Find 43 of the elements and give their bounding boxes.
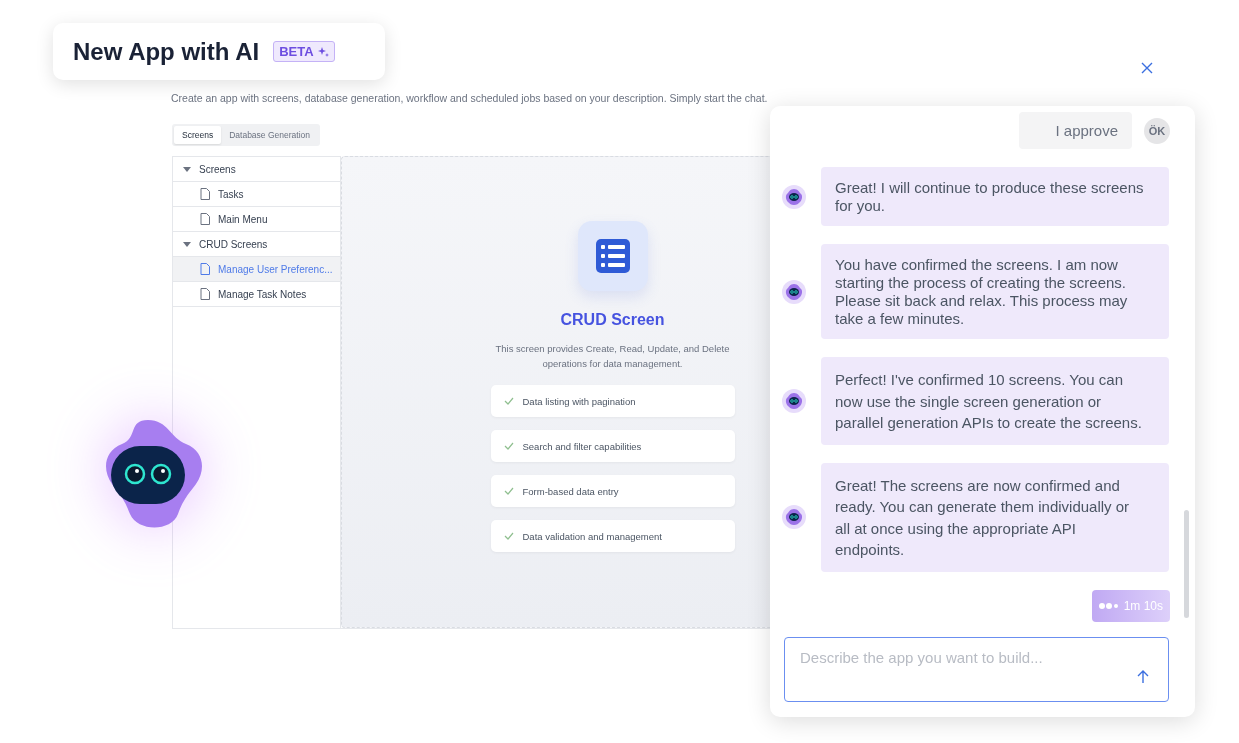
check-icon: [503, 442, 514, 450]
typing-dots-icon: [1098, 602, 1119, 609]
feature-card: Form-based data entry: [490, 475, 735, 507]
chat-input-field[interactable]: Describe the app you want to build...: [784, 637, 1169, 702]
preview-description: This screen provides Create, Read, Update, and Delete operations for data management.: [494, 342, 731, 371]
tree-item[interactable]: Manage Task Notes: [173, 282, 340, 307]
bot-message: Great! The screens are now confirmed and ready. You can generate them individually or all at once using the appropriate API endpoints.: [821, 462, 1169, 572]
tab[interactable]: Screens: [174, 126, 222, 144]
tree-item[interactable]: Main Menu: [173, 207, 340, 232]
user-message: I approve: [1019, 112, 1132, 149]
file-icon: [200, 288, 210, 300]
feature-card: Data listing with pagination: [490, 385, 735, 417]
tree-item[interactable]: Tasks: [173, 182, 340, 207]
beta-badge: BETA: [273, 41, 335, 62]
bot-avatar-icon: [782, 184, 806, 209]
feature-card: Data validation and management: [490, 520, 735, 552]
bot-avatar-icon: [782, 279, 806, 304]
bot-message: Perfect! I've confirmed 10 screens. You can now use the single screen generation or parallel generation APIs to create the screens.: [821, 357, 1169, 445]
tree-group-item[interactable]: Screens: [173, 157, 340, 182]
caret-icon: [183, 241, 191, 247]
page-title: New App with AI: [73, 37, 260, 66]
file-icon: [200, 263, 210, 275]
tree-item[interactable]: Manage User Preferenc...: [173, 257, 340, 282]
check-icon: [503, 487, 514, 495]
list-icon: [595, 239, 630, 273]
bot-avatar-icon: [782, 388, 806, 413]
bot-avatar-icon: [782, 505, 806, 529]
close-icon[interactable]: [1139, 60, 1155, 76]
user-avatar: ÖK: [1144, 117, 1170, 144]
caret-icon: [183, 166, 191, 172]
scrollbar[interactable]: [1184, 510, 1189, 618]
feature-card: Search and filter capabilities: [490, 430, 735, 462]
bot-message: Great! I will continue to produce these screens for you.: [821, 167, 1169, 226]
app-description: Create an app with screens, database generation, workflow and scheduled jobs based on your description. Simply start the chat.: [171, 92, 769, 104]
file-icon: [200, 213, 210, 225]
progress-pill: 1m 10s: [1091, 589, 1170, 622]
bot-message: You have confirmed the screens. I am now starting the process of creating the screens. Please sit back and relax. This process may take a few minutes.: [821, 244, 1169, 339]
file-icon: [200, 188, 210, 200]
tab[interactable]: Database Generation: [221, 126, 318, 144]
check-icon: [503, 397, 514, 405]
preview-title: CRUD Screen: [560, 311, 665, 329]
check-icon: [503, 532, 514, 540]
send-arrow-icon[interactable]: [1137, 670, 1149, 684]
